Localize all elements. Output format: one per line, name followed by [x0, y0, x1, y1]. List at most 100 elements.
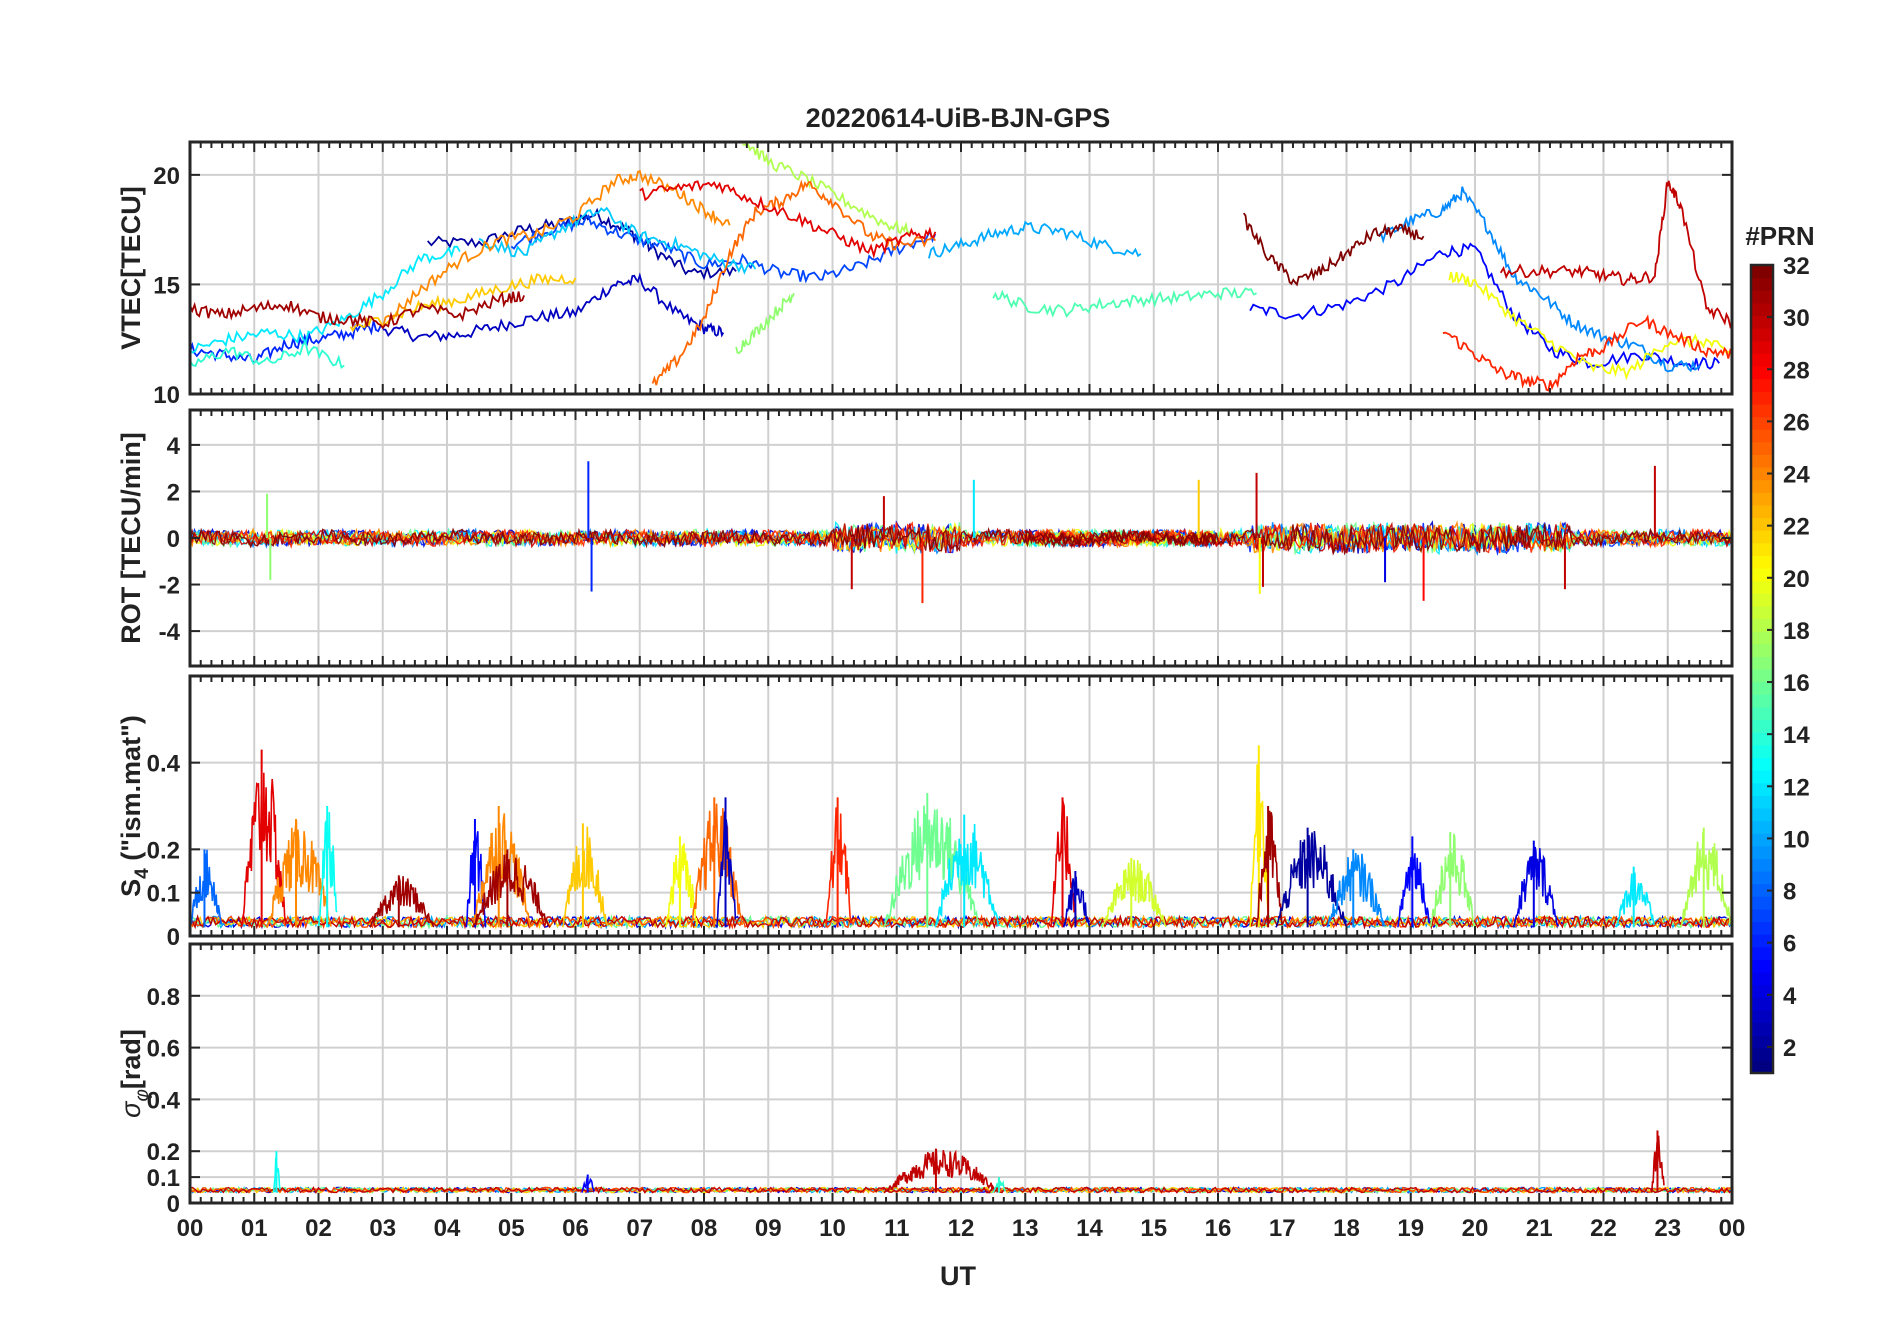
colorbar-band: [1751, 391, 1773, 405]
colorbar-band: [1751, 492, 1773, 506]
colorbar-band: [1751, 605, 1773, 620]
colorbar-tick-label: 22: [1783, 514, 1810, 541]
colorbar-band: [1751, 580, 1773, 594]
colorbar-band: [1751, 833, 1773, 847]
colorbar-band: [1751, 1060, 1773, 1074]
y-tick-label: 4: [167, 433, 181, 460]
colorbar-tick-label: 20: [1783, 566, 1810, 593]
y-tick-label: 0.4: [147, 751, 181, 778]
colorbar-band: [1751, 997, 1773, 1011]
y-axis-label-main: S: [116, 879, 146, 897]
colorbar-band: [1751, 378, 1773, 392]
colorbar-band: [1751, 681, 1773, 695]
colorbar-band: [1751, 290, 1773, 304]
x-tick-label: 15: [1140, 1215, 1167, 1242]
colorbar-band: [1751, 782, 1773, 796]
x-tick-label: 06: [562, 1215, 589, 1242]
panel-vtec: 10 15 20 VTEC[TECU]: [116, 140, 1734, 409]
x-tick-label: 00: [1719, 1215, 1746, 1242]
y-tick-label: 0.2: [147, 1139, 180, 1166]
colorbar-band: [1751, 921, 1773, 935]
colorbar-band: [1751, 669, 1773, 683]
x-tick-label: 12: [948, 1215, 975, 1242]
colorbar-band: [1751, 744, 1773, 758]
y-tick-label: 15: [153, 272, 180, 299]
colorbar-band: [1751, 972, 1773, 986]
colorbar-band: [1751, 403, 1773, 418]
colorbar-band: [1751, 934, 1773, 948]
colorbar-tick-label: 2: [1783, 1035, 1796, 1062]
colorbar-band: [1751, 656, 1773, 670]
colorbar-band: [1751, 340, 1773, 354]
colorbar-label: #PRN: [1745, 221, 1814, 251]
colorbar-tick-label: 18: [1783, 618, 1810, 645]
x-tick-label: 17: [1269, 1215, 1296, 1242]
colorbar-band: [1751, 555, 1773, 569]
colorbar-band: [1751, 504, 1773, 519]
y-tick-label: 0: [167, 526, 180, 553]
x-tick-label: 07: [626, 1215, 653, 1242]
x-tick-label: 02: [305, 1215, 332, 1242]
colorbar-band: [1751, 770, 1773, 784]
x-tick-label: 19: [1397, 1215, 1424, 1242]
colorbar-tick-label: 12: [1783, 774, 1810, 801]
panel-sigma_phi: 00.10.20.40.60.8σφ[rad]00 01 02 03 04 05 06 07 0…: [116, 942, 1746, 1242]
y-tick-label: -4: [159, 619, 181, 646]
colorbar-band: [1751, 694, 1773, 708]
colorbar-tick-label: 6: [1783, 931, 1796, 958]
y-tick-label: 20: [153, 163, 180, 190]
colorbar-band: [1751, 631, 1773, 645]
y-tick-label: 0.1: [147, 881, 180, 908]
y-tick-label: 0.8: [147, 984, 180, 1011]
colorbar-band: [1751, 795, 1773, 809]
panel-s4: 0 0.1 0.2 0.4S4 ("ism.mat"): [116, 674, 1734, 951]
colorbar-band: [1751, 366, 1773, 380]
y-tick-label: 0: [167, 1191, 180, 1218]
y-tick-label: 0: [167, 924, 180, 951]
colorbar-band: [1751, 706, 1773, 721]
colorbar-tick-label: 30: [1783, 305, 1810, 332]
colorbar-tick-label: 16: [1783, 670, 1810, 697]
y-axis-label: S4 ("ism.mat"): [116, 715, 153, 897]
y-tick-label: 10: [153, 382, 180, 409]
colorbar-band: [1751, 1047, 1773, 1061]
panels: 101520VTEC[TECU]-4-2024ROT [TECU/min]00.…: [116, 140, 1746, 1242]
y-tick-label: 2: [167, 479, 180, 506]
colorbar-band: [1751, 959, 1773, 973]
chart-figure: 20220614-UiB-BJN-GPS 101520VTEC[TECU]-4-…: [116, 103, 1815, 1291]
x-tick-label: 11: [884, 1215, 909, 1242]
colorbar-band: [1751, 845, 1773, 859]
colorbar-band: [1751, 441, 1773, 455]
colorbar-band: [1751, 517, 1773, 531]
y-axis-label-rest: [rad]: [116, 1029, 146, 1089]
colorbar-band: [1751, 328, 1773, 342]
x-tick-label: 22: [1590, 1215, 1617, 1242]
colorbar-band: [1751, 757, 1773, 771]
x-tick-label: 04: [434, 1215, 461, 1242]
colorbar-tick-label: 4: [1783, 983, 1797, 1010]
x-tick-label: 23: [1654, 1215, 1681, 1242]
colorbar-tick-label: 26: [1783, 409, 1810, 436]
colorbar-band: [1751, 353, 1773, 367]
x-tick-label: 01: [241, 1215, 268, 1242]
panel-rot: -4 -2 0 2 4 ROT [TECU/min]: [116, 408, 1734, 668]
colorbar-band: [1751, 719, 1773, 733]
colorbar-band: [1751, 530, 1773, 544]
x-tick-label: 05: [498, 1215, 525, 1242]
y-axis-label-main: σ: [116, 1100, 146, 1118]
colorbar-band: [1751, 454, 1773, 468]
x-tick-label: 10: [819, 1215, 846, 1242]
colorbar-band: [1751, 568, 1773, 582]
x-tick-label: 21: [1526, 1215, 1553, 1242]
y-tick-label: 0.1: [147, 1165, 180, 1192]
colorbar-band: [1751, 1022, 1773, 1036]
colorbar-tick-label: 8: [1783, 879, 1796, 906]
x-tick-label: 16: [1205, 1215, 1232, 1242]
colorbar-band: [1751, 807, 1773, 822]
y-tick-label: 0.2: [147, 837, 180, 864]
chart-title: 20220614-UiB-BJN-GPS: [806, 103, 1111, 133]
colorbar-band: [1751, 277, 1773, 291]
colorbar-band: [1751, 479, 1773, 493]
colorbar-tick-label: 10: [1783, 826, 1810, 853]
x-tick-label: 03: [369, 1215, 396, 1242]
